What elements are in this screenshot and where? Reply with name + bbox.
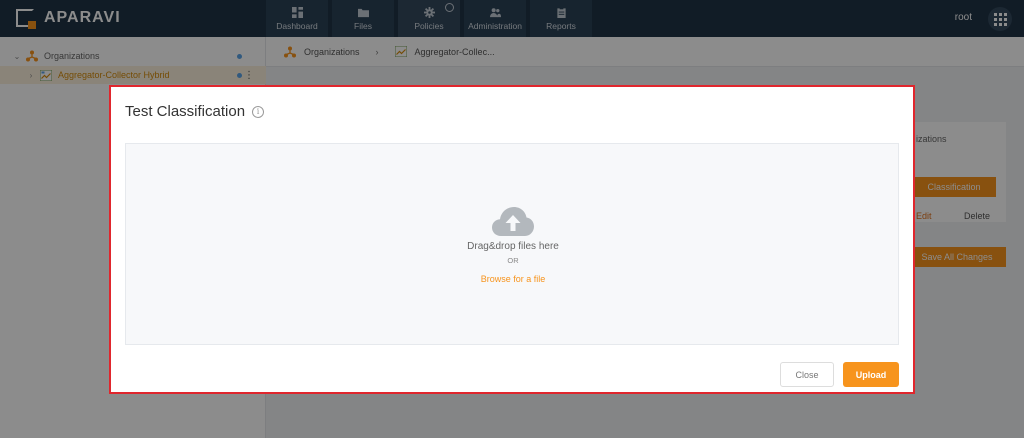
file-dropzone[interactable]: Drag&drop files here OR Browse for a fil… <box>125 143 899 345</box>
modal-title: Test Classification i <box>125 103 265 120</box>
modal-title-text: Test Classification <box>125 103 246 120</box>
test-classification-modal: Test Classification i Drag&drop files he… <box>109 85 915 394</box>
upload-button[interactable]: Upload <box>843 362 899 387</box>
dropzone-or: OR <box>507 256 519 265</box>
info-icon[interactable]: i <box>252 105 265 118</box>
close-button[interactable]: Close <box>780 362 834 387</box>
browse-file-link[interactable]: Browse for a file <box>126 274 900 284</box>
dropzone-instruction: Drag&drop files here <box>467 241 559 252</box>
cloud-upload-icon <box>492 207 534 236</box>
